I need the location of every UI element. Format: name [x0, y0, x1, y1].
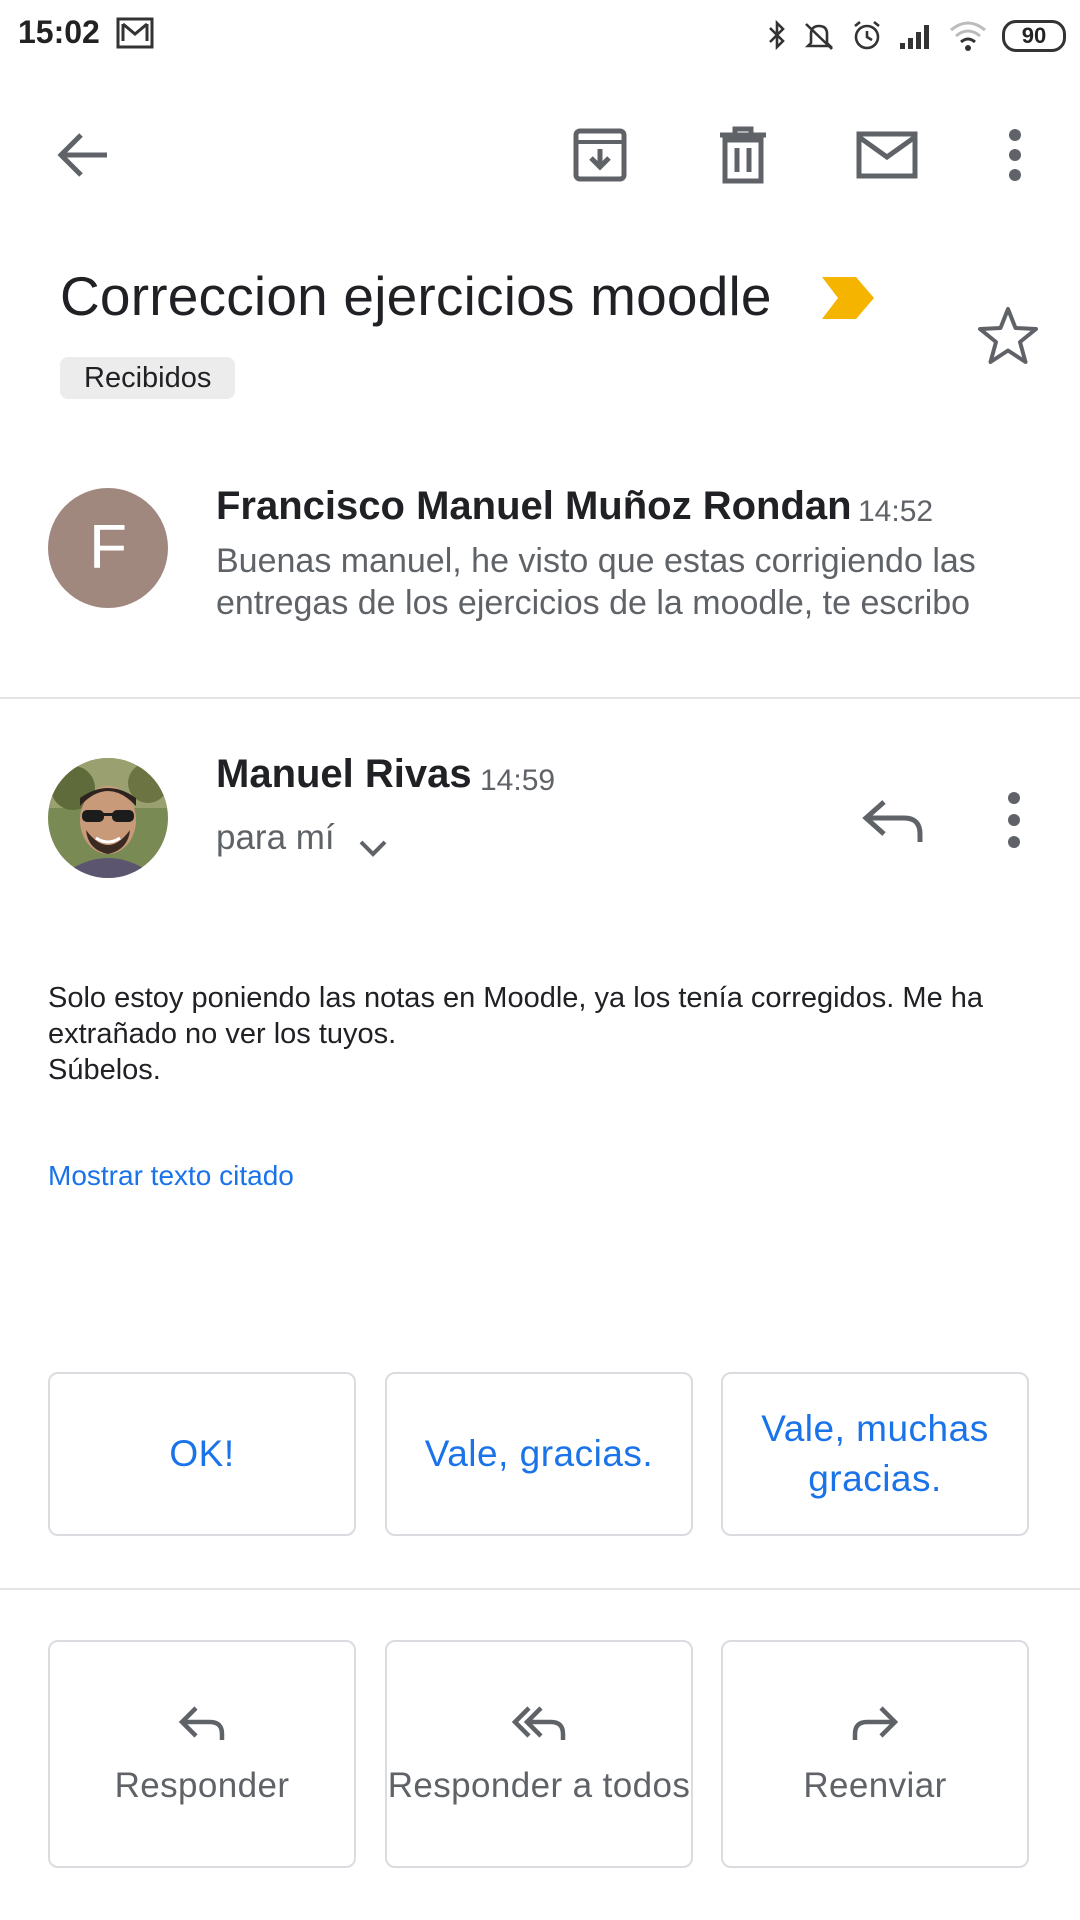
reply-all-button[interactable]: Responder a todos: [385, 1640, 693, 1868]
bluetooth-icon: [769, 19, 785, 51]
signal-icon: [900, 25, 929, 49]
wifi-icon: [950, 21, 986, 51]
show-quoted-text-link[interactable]: Mostrar texto citado: [48, 1160, 294, 1192]
avatar: F: [48, 488, 168, 608]
body-line: Súbelos.: [48, 1054, 161, 1086]
reply-icon[interactable]: [858, 790, 928, 850]
message-time: 14:59: [480, 764, 556, 797]
avatar: [48, 758, 168, 878]
importance-marker-icon[interactable]: [820, 275, 876, 321]
forward-icon: [852, 1706, 899, 1740]
back-arrow-icon: [57, 133, 107, 177]
reply-all-label: Responder a todos: [387, 1766, 691, 1805]
gmail-notification-icon: [116, 17, 154, 49]
delete-button[interactable]: [708, 120, 778, 190]
status-icons: 90: [766, 14, 1066, 58]
back-button[interactable]: [48, 120, 118, 190]
divider: [0, 697, 1080, 699]
mark-unread-icon: [856, 131, 918, 179]
reply-all-icon: [511, 1706, 566, 1740]
body-line: extrañado no ver los tuyos.: [48, 1018, 397, 1050]
forward-button[interactable]: Reenviar: [721, 1640, 1029, 1868]
message-time: 14:52: [858, 495, 934, 528]
label-chip-inbox[interactable]: Recibidos: [60, 357, 236, 399]
mark-unread-button[interactable]: [852, 120, 922, 190]
more-options-button[interactable]: [980, 120, 1050, 190]
message-body: Solo estoy poniendo las notas en Moodle,…: [48, 980, 1038, 1088]
alarm-icon: [854, 20, 880, 50]
email-subject: Correccion ejercicios moodle: [60, 265, 772, 327]
delete-icon: [720, 126, 766, 184]
reply-button[interactable]: Responder: [48, 1640, 356, 1868]
star-icon[interactable]: [976, 304, 1040, 368]
status-time: 15:02: [18, 14, 100, 50]
chevron-down-icon[interactable]: [355, 830, 391, 866]
divider: [0, 1588, 1080, 1590]
message-snippet: Buenas manuel, he visto que estas corrig…: [216, 542, 976, 622]
body-line: Solo estoy poniendo las notas en Moodle,…: [48, 982, 984, 1014]
recipient-details[interactable]: para mí: [216, 818, 335, 858]
reply-label: Responder: [114, 1766, 290, 1805]
archive-button[interactable]: [565, 120, 635, 190]
smart-reply-button[interactable]: OK!: [48, 1372, 356, 1536]
forward-label: Reenviar: [803, 1766, 947, 1805]
smart-reply-button[interactable]: Vale, gracias.: [385, 1372, 693, 1536]
sender-name: Francisco Manuel Muñoz Rondan: [216, 484, 852, 528]
archive-icon: [573, 128, 627, 182]
more-vert-icon: [1009, 129, 1021, 181]
silent-icon: [804, 23, 834, 50]
battery-icon: 90: [1002, 20, 1066, 52]
reply-icon: [178, 1706, 225, 1740]
more-vert-icon[interactable]: [992, 790, 1036, 850]
collapsed-message[interactable]: F Francisco Manuel Muñoz Rondan 14:52 Bu…: [0, 460, 1080, 695]
smart-reply-button[interactable]: Vale, muchas gracias.: [721, 1372, 1029, 1536]
sender-name: Manuel Rivas: [216, 752, 472, 796]
